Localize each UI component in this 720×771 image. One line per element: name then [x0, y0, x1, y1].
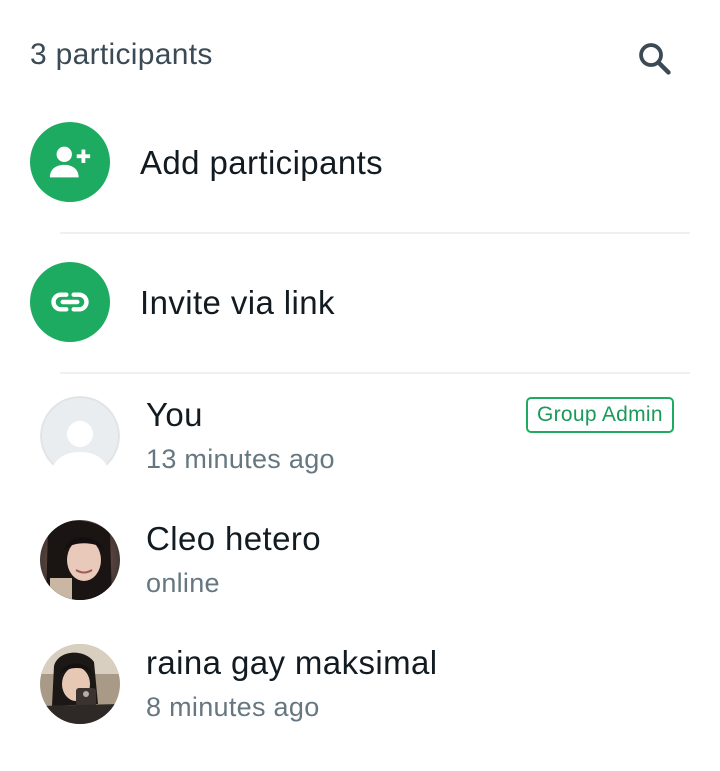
invite-via-link-label: Invite via link [140, 284, 335, 321]
participant-status: 8 minutes ago [146, 692, 320, 722]
participant-name: Cleo hetero [146, 520, 322, 557]
search-button[interactable] [630, 34, 680, 84]
participant-name: You [146, 396, 203, 433]
participant-row-raina[interactable]: raina gay maksimal 8 minutes ago [0, 632, 720, 742]
link-icon [51, 292, 89, 312]
participant-status: online [146, 568, 220, 598]
participants-header: 3 participants [0, 0, 720, 118]
add-person-icon [49, 146, 91, 178]
default-avatar-icon [40, 396, 120, 476]
invite-via-link-button[interactable]: Invite via link [0, 248, 720, 358]
search-icon [639, 43, 671, 75]
invite-link-icon-circle [30, 262, 110, 342]
divider [60, 372, 690, 374]
profile-photo-avatar [40, 644, 120, 724]
add-participants-button[interactable]: Add participants [0, 108, 720, 218]
divider [60, 232, 690, 234]
participants-count: 3 participants [30, 38, 213, 71]
group-admin-badge: Group Admin [526, 397, 674, 433]
participant-row-you[interactable]: You 13 minutes ago Group Admin [0, 384, 720, 494]
participant-row-cleo-hetero[interactable]: Cleo hetero online [0, 508, 720, 618]
profile-photo-avatar [40, 520, 120, 600]
add-participants-icon-circle [30, 122, 110, 202]
participant-status: 13 minutes ago [146, 444, 335, 474]
add-participants-label: Add participants [140, 144, 384, 181]
participants-panel: 3 participants Add participants Invite v… [0, 0, 720, 771]
participant-name: raina gay maksimal [146, 644, 438, 681]
